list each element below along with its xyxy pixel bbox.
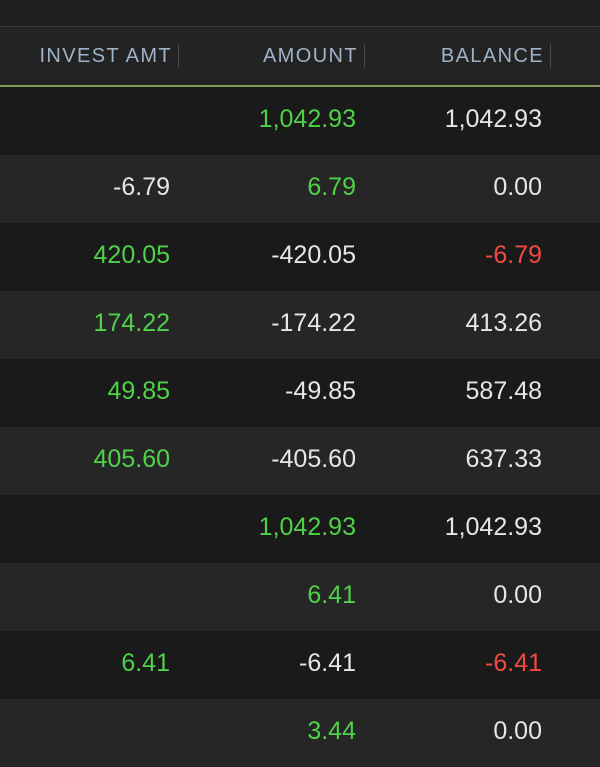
column-header-balance[interactable]: BALANCE: [366, 27, 551, 85]
invest-amt-cell: [0, 87, 170, 155]
balance-cell: 637.33: [465, 445, 542, 473]
amount-cell: -420.05: [271, 241, 356, 269]
table-row[interactable]: -6.79 6.79 0.00: [0, 155, 600, 223]
balance-cell: 1,042.93: [444, 105, 542, 133]
table-row[interactable]: 6.41 -6.41 -6.41: [0, 631, 600, 699]
balance-cell: 0.00: [493, 173, 542, 201]
amount-cell: 3.44: [307, 717, 356, 745]
balance-cell: -6.79: [485, 241, 542, 269]
table-row[interactable]: 405.60 -405.60 637.33: [0, 427, 600, 495]
invest-amt-cell: 405.60: [93, 445, 170, 473]
amount-cell: -49.85: [285, 377, 356, 405]
amount-cell: -405.60: [271, 445, 356, 473]
balance-cell: 1,042.93: [444, 513, 542, 541]
balance-cell: 587.48: [465, 377, 542, 405]
invest-amt-cell: -6.79: [113, 173, 170, 201]
invest-amt-cell: 6.41: [121, 649, 170, 677]
table-row[interactable]: 3.44 0.00: [0, 699, 600, 767]
table-row[interactable]: 1,042.93 1,042.93: [0, 495, 600, 563]
invest-amt-cell: 174.22: [93, 309, 170, 337]
amount-cell: 6.79: [307, 173, 356, 201]
amount-cell: 1,042.93: [258, 513, 356, 541]
column-header-amount-label: AMOUNT: [262, 45, 358, 67]
column-header-amount[interactable]: AMOUNT: [180, 27, 365, 85]
invest-amt-cell: [0, 699, 170, 767]
amount-cell: 6.41: [307, 581, 356, 609]
table-row[interactable]: 1,042.93 1,042.93: [0, 87, 600, 155]
table-header: INVEST AMT AMOUNT BALANCE: [0, 27, 600, 87]
column-resize-handle[interactable]: [550, 44, 551, 68]
amount-cell: 1,042.93: [258, 105, 356, 133]
balance-cell: 413.26: [465, 309, 542, 337]
invest-amt-cell: [0, 563, 170, 631]
amount-cell: -174.22: [271, 309, 356, 337]
balance-cell: 0.00: [493, 717, 542, 745]
column-header-invest-amt-label: INVEST AMT: [39, 45, 172, 67]
table-row[interactable]: 49.85 -49.85 587.48: [0, 359, 600, 427]
invest-amt-cell: [0, 495, 170, 563]
table-row[interactable]: 6.41 0.00: [0, 563, 600, 631]
balance-cell: 0.00: [493, 581, 542, 609]
column-header-invest-amt[interactable]: INVEST AMT: [0, 27, 179, 85]
column-resize-handle[interactable]: [364, 44, 365, 68]
transactions-table-body: 1,042.93 1,042.93 -6.79 6.79 0.00 420.05…: [0, 87, 600, 767]
toolbar-area: [0, 0, 600, 27]
column-resize-handle[interactable]: [178, 44, 179, 68]
column-header-balance-label: BALANCE: [440, 45, 544, 67]
table-row[interactable]: 174.22 -174.22 413.26: [0, 291, 600, 359]
table-row[interactable]: 420.05 -420.05 -6.79: [0, 223, 600, 291]
amount-cell: -6.41: [299, 649, 356, 677]
balance-cell: -6.41: [485, 649, 542, 677]
invest-amt-cell: 49.85: [107, 377, 170, 405]
invest-amt-cell: 420.05: [93, 241, 170, 269]
